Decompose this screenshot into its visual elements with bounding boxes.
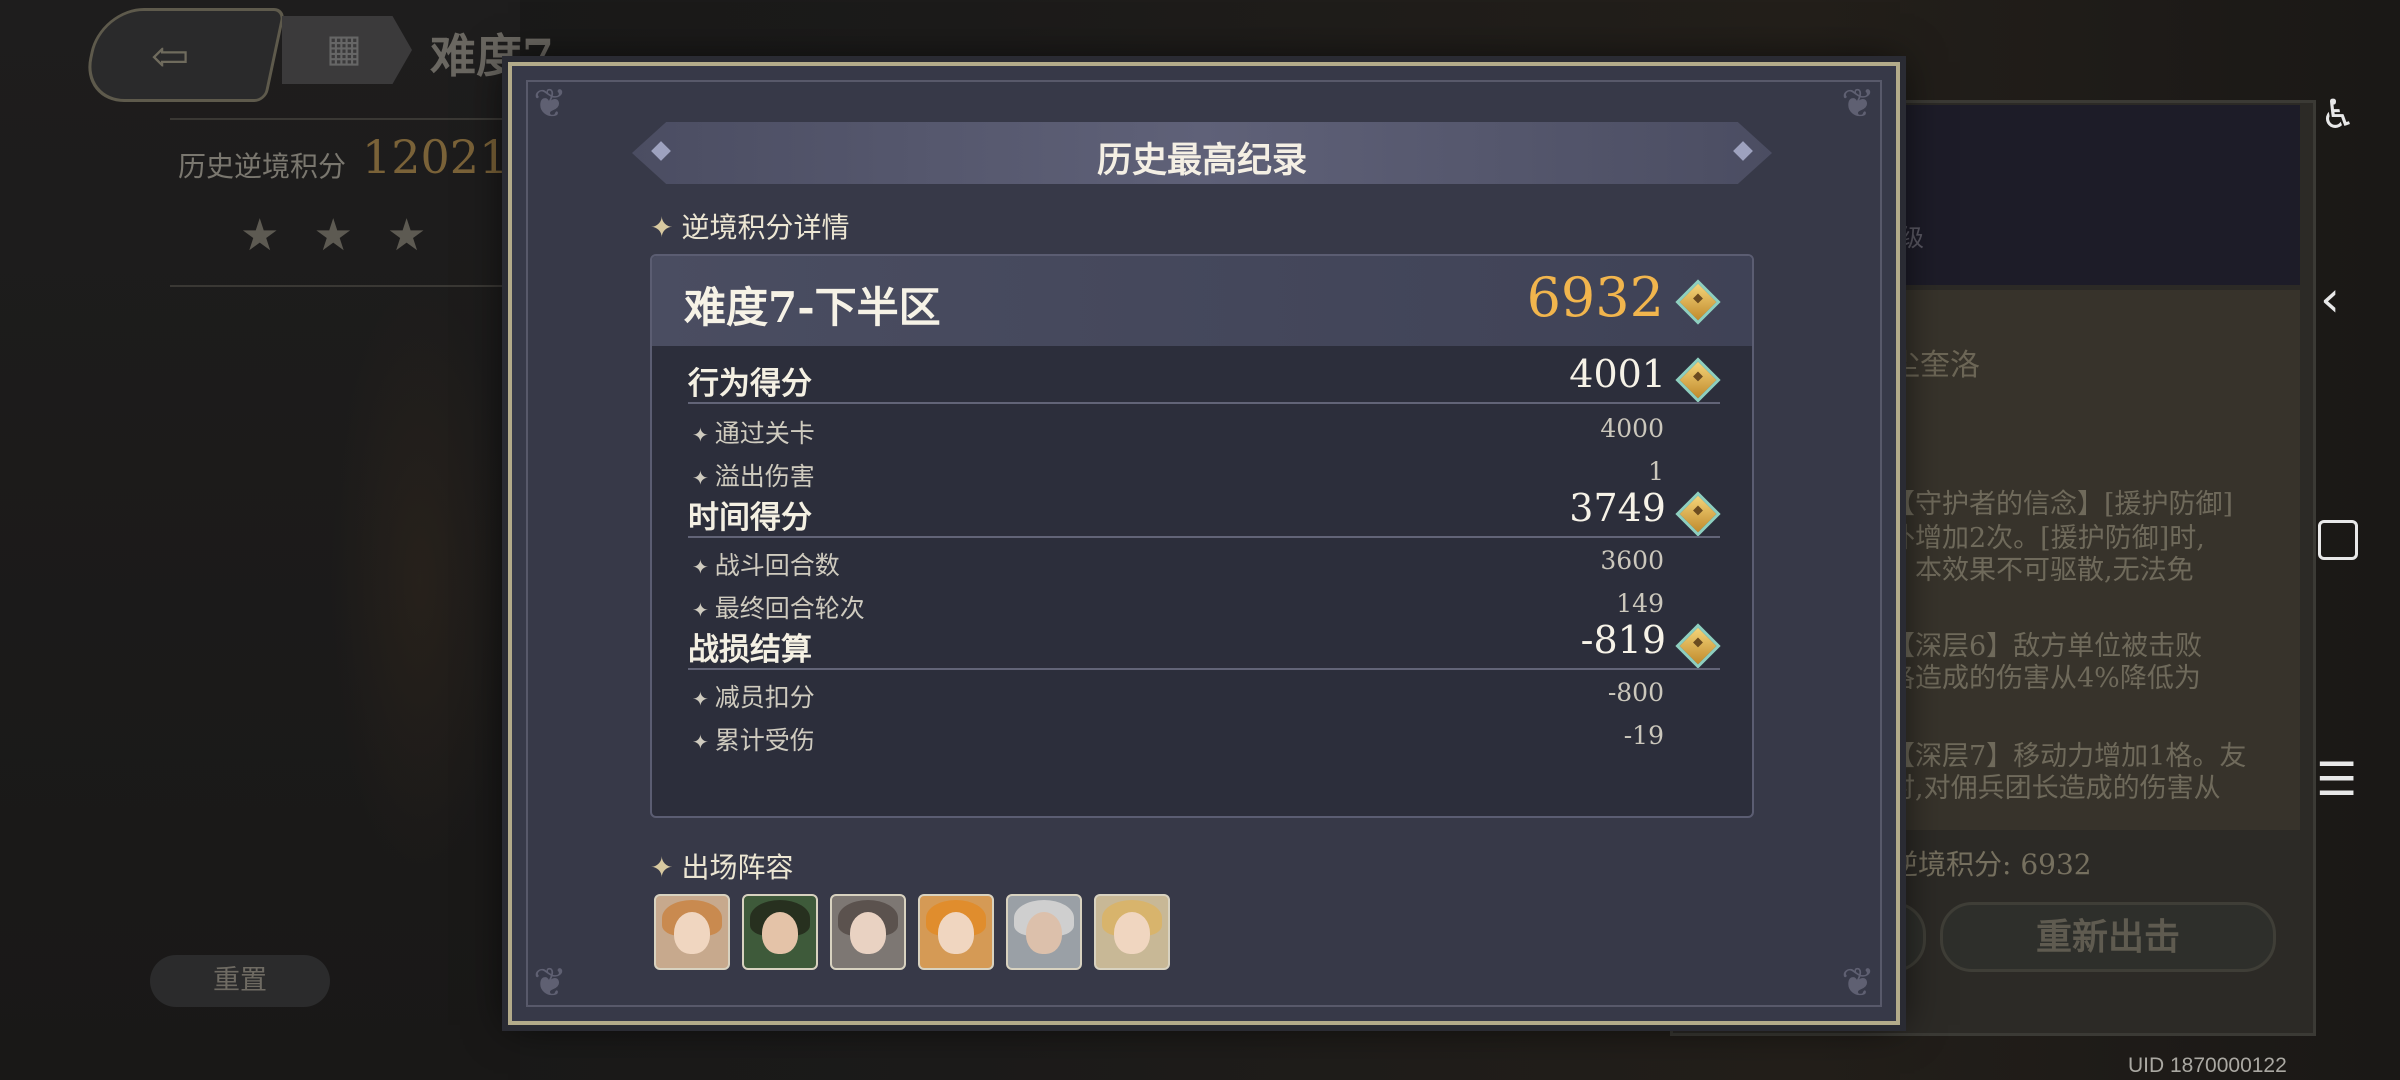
portrait-face: [674, 912, 710, 954]
sparkle-icon: ✦: [692, 730, 709, 754]
grid-menu-button[interactable]: ▦: [282, 16, 412, 84]
history-record-modal: ❦ ❦ ❦ ❦ 历史最高纪录 ✦ 逆境积分详情 难度7-下半区 6932 行为得分…: [508, 62, 1900, 1025]
sparkle-icon: ✦: [692, 466, 709, 490]
modal-title-banner: 历史最高纪录: [632, 122, 1772, 184]
character-portrait[interactable]: [742, 894, 818, 970]
score-gem-icon: [1675, 357, 1721, 403]
corner-ornament-icon: ❦: [533, 960, 567, 1006]
buff-desc-line: 【守护者的信念】[援护防御]: [1888, 489, 2234, 520]
back-button[interactable]: ⇦: [80, 8, 286, 102]
total-score-value: 6932: [1526, 266, 1664, 329]
character-portrait[interactable]: [1094, 894, 1170, 970]
sparkle-icon: ✦: [692, 555, 709, 579]
row-divider: [688, 536, 1720, 538]
score-group-row: 时间得分 3749: [652, 486, 1752, 538]
score-details-label: 逆境积分详情: [681, 211, 850, 244]
hamburger-menu-icon[interactable]: ☰: [2316, 752, 2357, 806]
score-item-value: -800: [1607, 678, 1664, 707]
history-score-label: 历史逆境积分: [178, 150, 347, 183]
score-gem-icon: [1675, 279, 1721, 325]
corner-ornament-icon: ❦: [1841, 81, 1875, 127]
score-item-label: ✦ 通过关卡: [692, 414, 815, 450]
sparkle-icon: ✦: [650, 851, 674, 884]
score-item-label: ✦ 累计受伤: [692, 721, 815, 757]
character-portrait[interactable]: [830, 894, 906, 970]
portrait-face: [1026, 912, 1062, 954]
score-group-row: 战损结算 -819: [652, 618, 1752, 670]
level-text: 级: [1900, 224, 1924, 252]
divider: [170, 285, 510, 287]
portrait-face: [938, 912, 974, 954]
redeploy-button[interactable]: 重新出击: [1940, 902, 2276, 972]
item-label-text: 累计受伤: [714, 726, 815, 755]
group-value: 3749: [1569, 486, 1666, 530]
uid-label: UID 1870000122: [2128, 1054, 2287, 1077]
lineup-heading: ✦ 出场阵容: [650, 846, 793, 886]
score-item-label: ✦ 最终回合轮次: [692, 589, 865, 625]
grid-menu-icon: ▦: [326, 26, 362, 70]
row-divider: [688, 668, 1720, 670]
score-item-label: ✦ 战斗回合数: [692, 546, 840, 582]
sparkle-icon: ✦: [692, 598, 709, 622]
divider: [170, 118, 510, 120]
score-item-value: 3600: [1600, 546, 1664, 575]
corner-ornament-icon: ❦: [533, 81, 567, 127]
group-title: 行为得分: [688, 366, 812, 402]
score-item-label: ✦ 减员扣分: [692, 678, 815, 714]
sparkle-icon: ✦: [692, 423, 709, 447]
group-value: -819: [1580, 618, 1666, 662]
buff-desc-line: 时,对佣兵团长造成的伤害从: [1888, 773, 2221, 804]
buff-desc-line: 洛造成的伤害从4%降低为: [1888, 663, 2201, 694]
modal-title: 历史最高纪录: [1096, 140, 1307, 181]
lineup-portraits: [654, 894, 1170, 970]
star-rating: ★★★: [240, 210, 461, 261]
reset-button[interactable]: 重置: [150, 955, 330, 1007]
accessibility-icon[interactable]: ♿: [2320, 92, 2356, 138]
enemy-banner: [1890, 105, 2300, 285]
character-portrait[interactable]: [1006, 894, 1082, 970]
character-portrait[interactable]: [918, 894, 994, 970]
group-title: 战损结算: [688, 632, 812, 668]
item-label-text: 战斗回合数: [714, 551, 840, 580]
sparkle-icon: ✦: [692, 687, 709, 711]
score-item-value: 1: [1648, 457, 1664, 486]
sparkle-icon: ✦: [650, 211, 674, 244]
item-label-text: 减员扣分: [714, 683, 815, 712]
group-title: 时间得分: [688, 500, 812, 536]
portrait-face: [1114, 912, 1150, 954]
character-portrait[interactable]: [654, 894, 730, 970]
adversity-score-text: 逆境积分: 6932: [1890, 848, 2092, 881]
portrait-face: [762, 912, 798, 954]
chevron-left-icon[interactable]: ‹: [2320, 270, 2340, 328]
difficulty-label: 难度7-下半区: [684, 283, 941, 332]
score-gem-icon: [1675, 623, 1721, 669]
score-gem-icon: [1675, 491, 1721, 537]
score-item-label: ✦ 溢出伤害: [692, 457, 815, 493]
buff-desc-line: 。本效果不可驱散,无法免: [1888, 555, 2194, 586]
enemy-name: 尘奎洛: [1890, 348, 1980, 383]
row-divider: [688, 402, 1720, 404]
group-value: 4001: [1569, 352, 1666, 396]
item-label-text: 通过关卡: [714, 419, 815, 448]
difficulty-header: 难度7-下半区 6932: [652, 256, 1752, 346]
score-group-row: 行为得分 4001: [652, 352, 1752, 404]
score-details-heading: ✦ 逆境积分详情: [650, 206, 849, 246]
lineup-label: 出场阵容: [681, 851, 794, 884]
score-details-panel: 难度7-下半区 6932 行为得分 4001 ✦ 通过关卡 4000 ✦ 溢出伤害 …: [650, 254, 1754, 818]
score-item-value: 4000: [1600, 414, 1664, 443]
score-item-value: 149: [1616, 589, 1664, 618]
item-label-text: 最终回合轮次: [714, 594, 865, 623]
corner-ornament-icon: ❦: [1841, 960, 1875, 1006]
score-item-value: -19: [1623, 721, 1664, 750]
back-arrow-icon: ⇦: [150, 29, 190, 83]
square-home-icon[interactable]: [2318, 520, 2358, 560]
item-label-text: 溢出伤害: [714, 462, 815, 491]
history-score-value: 12021: [362, 130, 509, 184]
portrait-face: [850, 912, 886, 954]
